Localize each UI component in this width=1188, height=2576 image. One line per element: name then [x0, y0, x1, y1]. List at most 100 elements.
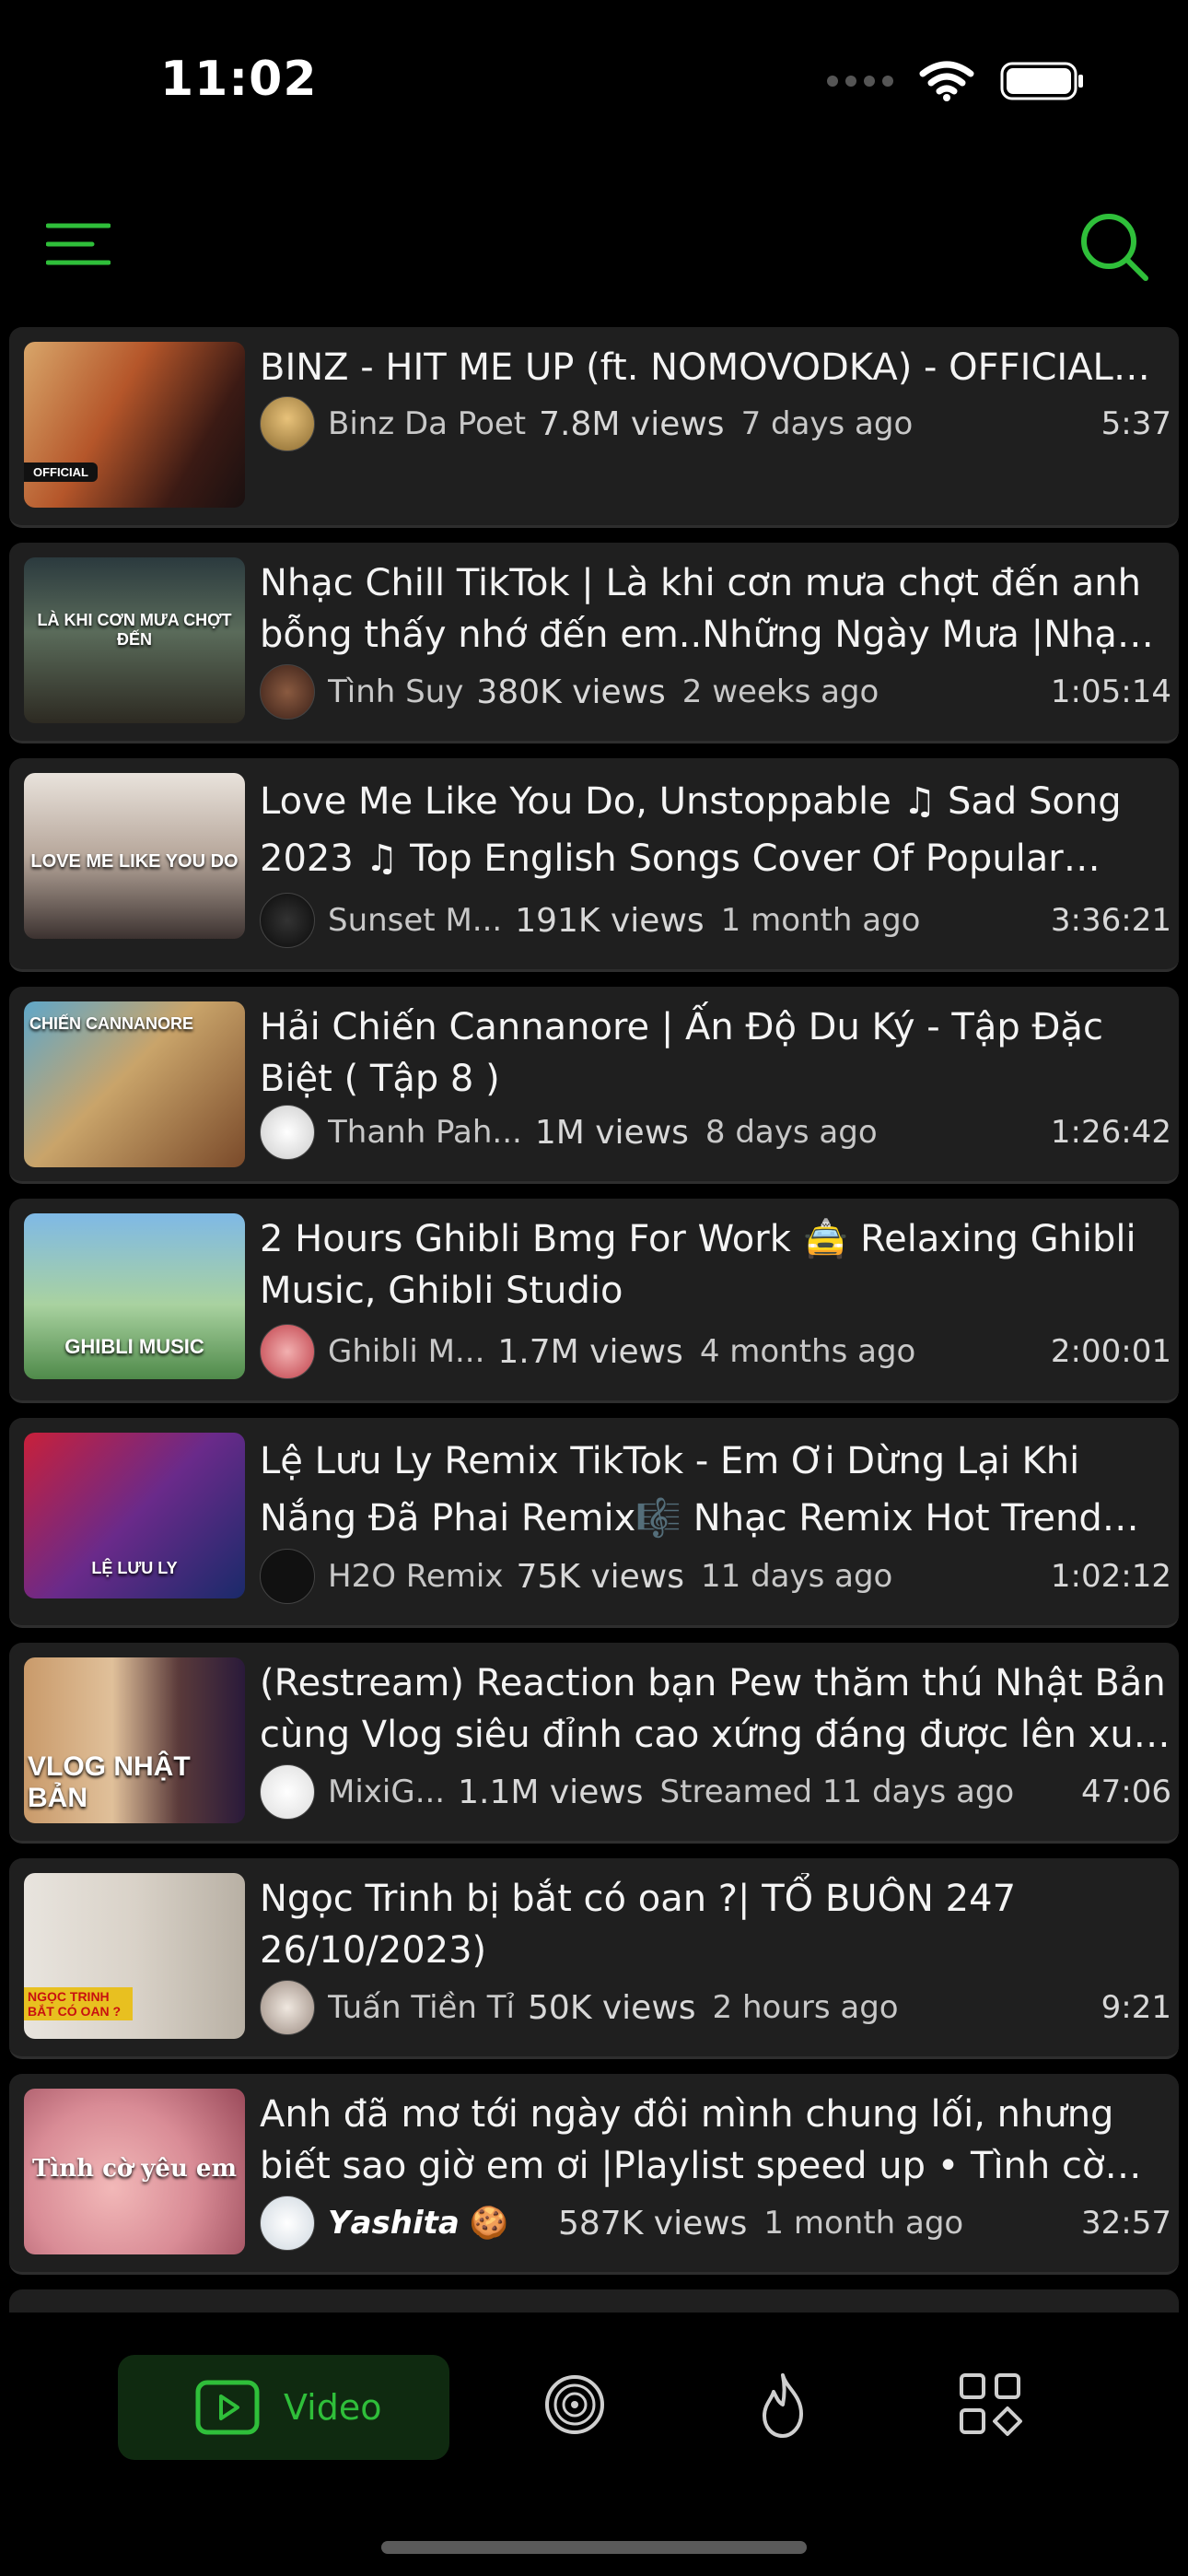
video-duration: 1:02:12 [1050, 1558, 1171, 1595]
video-thumbnail[interactable]: LÀ KHI CƠN MƯA CHỢT ĐẾN [24, 557, 245, 723]
channel-avatar[interactable] [260, 1324, 315, 1379]
video-duration: 32:57 [1081, 2205, 1171, 2242]
channel-avatar[interactable] [260, 1764, 315, 1820]
video-duration: 9:21 [1101, 1989, 1171, 2026]
channel-name[interactable]: Ghibli M... [328, 1333, 484, 1370]
view-count: 7.8M views [539, 404, 725, 443]
thumbnail-text: LOVE ME LIKE YOU DO [30, 851, 239, 872]
play-square-icon [195, 2380, 260, 2435]
video-duration: 5:37 [1101, 405, 1171, 442]
video-list-item[interactable]: LÀ KHI CƠN MƯA CHỢT ĐẾN Nhạc Chill TikTo… [9, 543, 1179, 744]
channel-name[interactable]: Binz Da Poet [328, 405, 526, 442]
video-list-item[interactable]: VLOG NHẬT BẢN (Restream) Reaction bạn Pe… [9, 1643, 1179, 1844]
video-title[interactable]: Anh đã mơ tới ngày đôi mình chung lối, n… [260, 2089, 1171, 2192]
video-thumbnail[interactable]: GHIBLI MUSIC [24, 1213, 245, 1379]
channel-name[interactable]: Tuấn Tiền Tỉ [328, 1989, 515, 2026]
channel-name[interactable]: Tình Suy [328, 673, 463, 710]
video-thumbnail[interactable]: OFFICIAL [24, 342, 245, 508]
thumbnail-text: OFFICIAL [24, 463, 98, 482]
video-duration: 1:26:42 [1050, 1114, 1171, 1151]
thumbnail-text: CHIẾN CANNANORE [29, 1014, 194, 1033]
view-count: 587K views [558, 2204, 748, 2242]
video-thumbnail[interactable]: VLOG NHẬT BẢN [24, 1657, 245, 1823]
video-title[interactable]: 2 Hours Ghibli Bmg For Work 🚖 Relaxing G… [260, 1213, 1171, 1317]
video-list-item[interactable]: LOVE ME LIKE YOU DO Love Me Like You Do,… [9, 758, 1179, 972]
channel-name[interactable]: Thanh Pah... [328, 1114, 522, 1151]
video-thumbnail[interactable]: CHIẾN CANNANORE [24, 1001, 245, 1167]
channel-name[interactable]: MixiG... [328, 1774, 445, 1810]
thumbnail-text: LỆ LƯU LY [91, 1559, 178, 1577]
video-title[interactable]: Hải Chiến Cannanore | Ấn Độ Du Ký - Tập … [260, 1001, 1171, 1105]
video-meta: Binz Da Poet 7.8M views 7 days ago 5:37 [260, 395, 1171, 452]
channel-avatar[interactable] [260, 2195, 315, 2251]
view-count: 50K views [528, 1988, 696, 2027]
video-title[interactable]: BINZ - HIT ME UP (ft. NOMOVODKA) - OFFIC… [260, 342, 1171, 393]
video-list-item[interactable]: CHIẾN CANNANORE Hải Chiến Cannanore | Ấn… [9, 987, 1179, 1184]
upload-age: 1 month ago [720, 902, 921, 939]
app-header [0, 193, 1188, 295]
upload-age: 2 hours ago [712, 1989, 899, 2026]
video-meta: 𝙔𝙖𝙨𝙝𝙞𝙩𝙖 🍪 587K views 1 month ago 32:57 [260, 2195, 1171, 2252]
home-indicator [381, 2541, 807, 2554]
upload-age: 2 weeks ago [681, 673, 879, 710]
video-thumbnail[interactable]: LOVE ME LIKE YOU DO [24, 773, 245, 939]
nav-tab-video[interactable]: Video [118, 2355, 449, 2460]
video-meta: Tuấn Tiền Tỉ 50K views 2 hours ago 9:21 [260, 1979, 1171, 2036]
video-meta: Thanh Pah... 1M views 8 days ago 1:26:42 [260, 1104, 1171, 1161]
upload-age: 8 days ago [705, 1114, 878, 1151]
thumbnail-text: NGỌC TRINH BẮT CÓ OAN ? [24, 1987, 133, 2020]
video-meta: MixiG... 1.1M views Streamed 11 days ago… [260, 1763, 1171, 1821]
video-duration: 47:06 [1081, 1774, 1171, 1810]
bottom-navigation: Video [0, 2313, 1188, 2576]
channel-name[interactable]: H2O Remix [328, 1558, 503, 1595]
channel-avatar[interactable] [260, 1549, 315, 1604]
view-count: 191K views [515, 901, 705, 940]
upload-age: 1 month ago [763, 2205, 964, 2242]
video-title[interactable]: (Restream) Reaction bạn Pew thăm thú Nhậ… [260, 1657, 1171, 1761]
video-list: OFFICIAL BINZ - HIT ME UP (ft. NOMOVODKA… [9, 327, 1179, 2326]
channel-avatar[interactable] [260, 664, 315, 720]
video-list-item[interactable]: LỆ LƯU LY Lệ Lưu Ly Remix TikTok - Em Ơi… [9, 1418, 1179, 1628]
channel-avatar[interactable] [260, 893, 315, 948]
video-title[interactable]: Ngọc Trinh bị bắt có oan ?| TỔ BUÔN 247 … [260, 1873, 1171, 1976]
video-list-item[interactable]: OFFICIAL BINZ - HIT ME UP (ft. NOMOVODKA… [9, 327, 1179, 528]
channel-avatar[interactable] [260, 1980, 315, 2035]
thumbnail-text: LÀ KHI CƠN MƯA CHỢT ĐẾN [37, 611, 232, 649]
wifi-icon [919, 61, 974, 101]
video-meta: Tình Suy 380K views 2 weeks ago 1:05:14 [260, 663, 1171, 720]
view-count: 1M views [534, 1113, 689, 1152]
video-thumbnail[interactable]: LỆ LƯU LY [24, 1433, 245, 1598]
apps-grid-icon[interactable] [954, 2368, 1028, 2441]
video-list-item[interactable]: GHIBLI MUSIC 2 Hours Ghibli Bmg For Work… [9, 1199, 1179, 1403]
view-count: 1.1M views [458, 1773, 644, 1811]
thumbnail-text: GHIBLI MUSIC [64, 1335, 204, 1358]
channel-avatar[interactable] [260, 396, 315, 451]
channel-name[interactable]: 𝙔𝙖𝙨𝙝𝙞𝙩𝙖 🍪 [328, 2205, 508, 2242]
video-list-item[interactable]: Tình cờ yêu em Anh đã mơ tới ngày đôi mì… [9, 2074, 1179, 2275]
video-title[interactable]: Love Me Like You Do, Unstoppable ♫ Sad S… [260, 773, 1171, 887]
video-thumbnail[interactable]: NGỌC TRINH BẮT CÓ OAN ? [24, 1873, 245, 2039]
video-list-item[interactable]: NGỌC TRINH BẮT CÓ OAN ? Ngọc Trinh bị bắ… [9, 1858, 1179, 2059]
thumbnail-text: Tình cờ yêu em [32, 2155, 237, 2183]
channel-name[interactable]: Sunset M... [328, 902, 502, 939]
video-thumbnail[interactable]: Tình cờ yêu em [24, 2089, 245, 2254]
video-duration: 3:36:21 [1050, 902, 1171, 939]
battery-icon [1000, 62, 1083, 100]
video-meta: Ghibli M... 1.7M views 4 months ago 2:00… [260, 1323, 1171, 1380]
hamburger-menu-icon[interactable] [46, 221, 111, 267]
upload-age: 11 days ago [701, 1558, 893, 1595]
search-icon[interactable] [1077, 210, 1151, 284]
video-meta: Sunset M... 191K views 1 month ago 3:36:… [260, 892, 1171, 949]
thumbnail-text: VLOG NHẬT BẢN [28, 1751, 191, 1813]
video-duration: 1:05:14 [1050, 673, 1171, 710]
view-count: 75K views [516, 1557, 684, 1596]
video-title[interactable]: Lệ Lưu Ly Remix TikTok - Em Ơi Dừng Lại … [260, 1433, 1171, 1547]
flame-icon[interactable] [746, 2368, 820, 2441]
upload-age: 4 months ago [699, 1333, 916, 1370]
view-count: 380K views [476, 673, 666, 711]
upload-age: 7 days ago [740, 405, 914, 442]
vinyl-disc-icon[interactable] [538, 2368, 611, 2441]
video-title[interactable]: Nhạc Chill TikTok | Là khi cơn mưa chợt … [260, 557, 1171, 661]
status-time: 11:02 [160, 52, 318, 107]
channel-avatar[interactable] [260, 1105, 315, 1160]
